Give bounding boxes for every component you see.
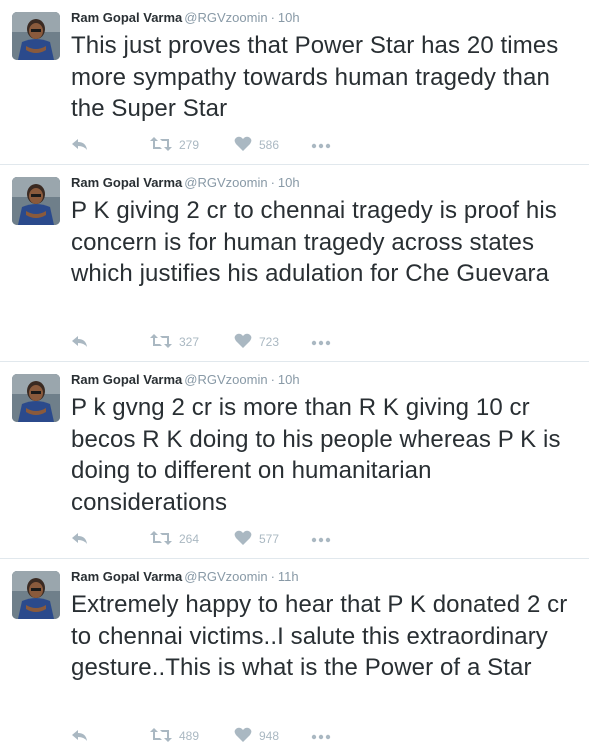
more-options-button[interactable] xyxy=(311,726,331,746)
like-button[interactable]: 586 xyxy=(234,135,279,155)
author-fullname[interactable]: Ram Gopal Varma xyxy=(71,569,182,584)
tweet[interactable]: Ram Gopal Varma @RGVzoomin · 11h Extremely … xyxy=(0,559,589,756)
reply-button[interactable] xyxy=(71,529,89,549)
avatar[interactable] xyxy=(12,12,60,60)
author-username[interactable]: @RGVzoomin xyxy=(184,569,267,584)
like-count: 577 xyxy=(259,532,280,546)
avatar[interactable] xyxy=(12,374,60,422)
author-fullname[interactable]: Ram Gopal Varma xyxy=(71,372,182,387)
separator-dot: · xyxy=(270,372,275,387)
tweet[interactable]: Ram Gopal Varma @RGVzoomin · 10h This just … xyxy=(0,0,589,165)
tweet-timestamp[interactable]: 10h xyxy=(278,175,300,190)
retweet-count: 264 xyxy=(179,532,200,546)
more-dots-icon xyxy=(311,729,331,743)
author-fullname[interactable]: Ram Gopal Varma xyxy=(71,10,182,25)
reply-icon xyxy=(71,136,89,155)
tweet-timestamp[interactable]: 11h xyxy=(278,569,299,584)
reply-icon xyxy=(71,530,89,549)
tweet-timeline: Ram Gopal Varma @RGVzoomin · 10h This just … xyxy=(0,0,589,756)
tweet-timestamp[interactable]: 10h xyxy=(278,10,300,25)
retweet-button[interactable]: 264 xyxy=(150,529,199,549)
tweet[interactable]: Ram Gopal Varma @RGVzoomin · 10h P k gvng 2… xyxy=(0,362,589,559)
heart-icon xyxy=(234,136,252,155)
like-count: 948 xyxy=(259,729,280,743)
separator-dot: · xyxy=(270,10,275,25)
tweet-header: Ram Gopal Varma @RGVzoomin · 10h xyxy=(71,174,300,192)
separator-dot: · xyxy=(270,175,275,190)
heart-icon xyxy=(234,727,252,746)
tweet-text: This just proves that Power Star has 20 … xyxy=(71,32,559,122)
avatar[interactable] xyxy=(12,571,60,619)
tweet-header: Ram Gopal Varma @RGVzoomin · 10h xyxy=(71,9,300,27)
tweet[interactable]: Ram Gopal Varma @RGVzoomin · 10h P K giving… xyxy=(0,165,589,362)
more-dots-icon xyxy=(311,532,331,546)
retweet-button[interactable]: 327 xyxy=(150,332,199,352)
heart-icon xyxy=(234,333,252,352)
avatar[interactable] xyxy=(12,177,60,225)
reply-button[interactable] xyxy=(71,726,89,746)
author-username[interactable]: @RGVzoomin xyxy=(184,10,267,25)
retweet-count: 489 xyxy=(179,729,200,743)
like-count: 586 xyxy=(259,138,280,152)
more-options-button[interactable] xyxy=(311,135,331,155)
retweet-icon xyxy=(150,727,172,746)
like-button[interactable]: 723 xyxy=(234,332,279,352)
tweet-text: P K giving 2 cr to chennai tragedy is pr… xyxy=(71,197,557,287)
tweet-text: Extremely happy to hear that P K donated… xyxy=(71,591,568,681)
tweet-timestamp[interactable]: 10h xyxy=(278,372,300,387)
more-dots-icon xyxy=(311,138,331,152)
author-fullname[interactable]: Ram Gopal Varma xyxy=(71,175,182,190)
retweet-icon xyxy=(150,530,172,549)
tweet-text: P k gvng 2 cr is more than R K giving 10… xyxy=(71,394,561,516)
tweet-header: Ram Gopal Varma @RGVzoomin · 11h xyxy=(71,568,299,586)
retweet-icon xyxy=(150,136,172,155)
retweet-count: 279 xyxy=(179,138,200,152)
more-options-button[interactable] xyxy=(311,529,331,549)
more-dots-icon xyxy=(311,335,331,349)
reply-icon xyxy=(71,727,89,746)
author-username[interactable]: @RGVzoomin xyxy=(184,372,267,387)
author-username[interactable]: @RGVzoomin xyxy=(184,175,267,190)
heart-icon xyxy=(234,530,252,549)
like-button[interactable]: 948 xyxy=(234,726,279,746)
reply-icon xyxy=(71,333,89,352)
reply-button[interactable] xyxy=(71,332,89,352)
retweet-icon xyxy=(150,333,172,352)
retweet-button[interactable]: 279 xyxy=(150,135,199,155)
reply-button[interactable] xyxy=(71,135,89,155)
like-button[interactable]: 577 xyxy=(234,529,279,549)
more-options-button[interactable] xyxy=(311,332,331,352)
retweet-count: 327 xyxy=(179,335,200,349)
like-count: 723 xyxy=(259,335,280,349)
separator-dot: · xyxy=(270,569,275,584)
tweet-header: Ram Gopal Varma @RGVzoomin · 10h xyxy=(71,371,300,389)
retweet-button[interactable]: 489 xyxy=(150,726,199,746)
